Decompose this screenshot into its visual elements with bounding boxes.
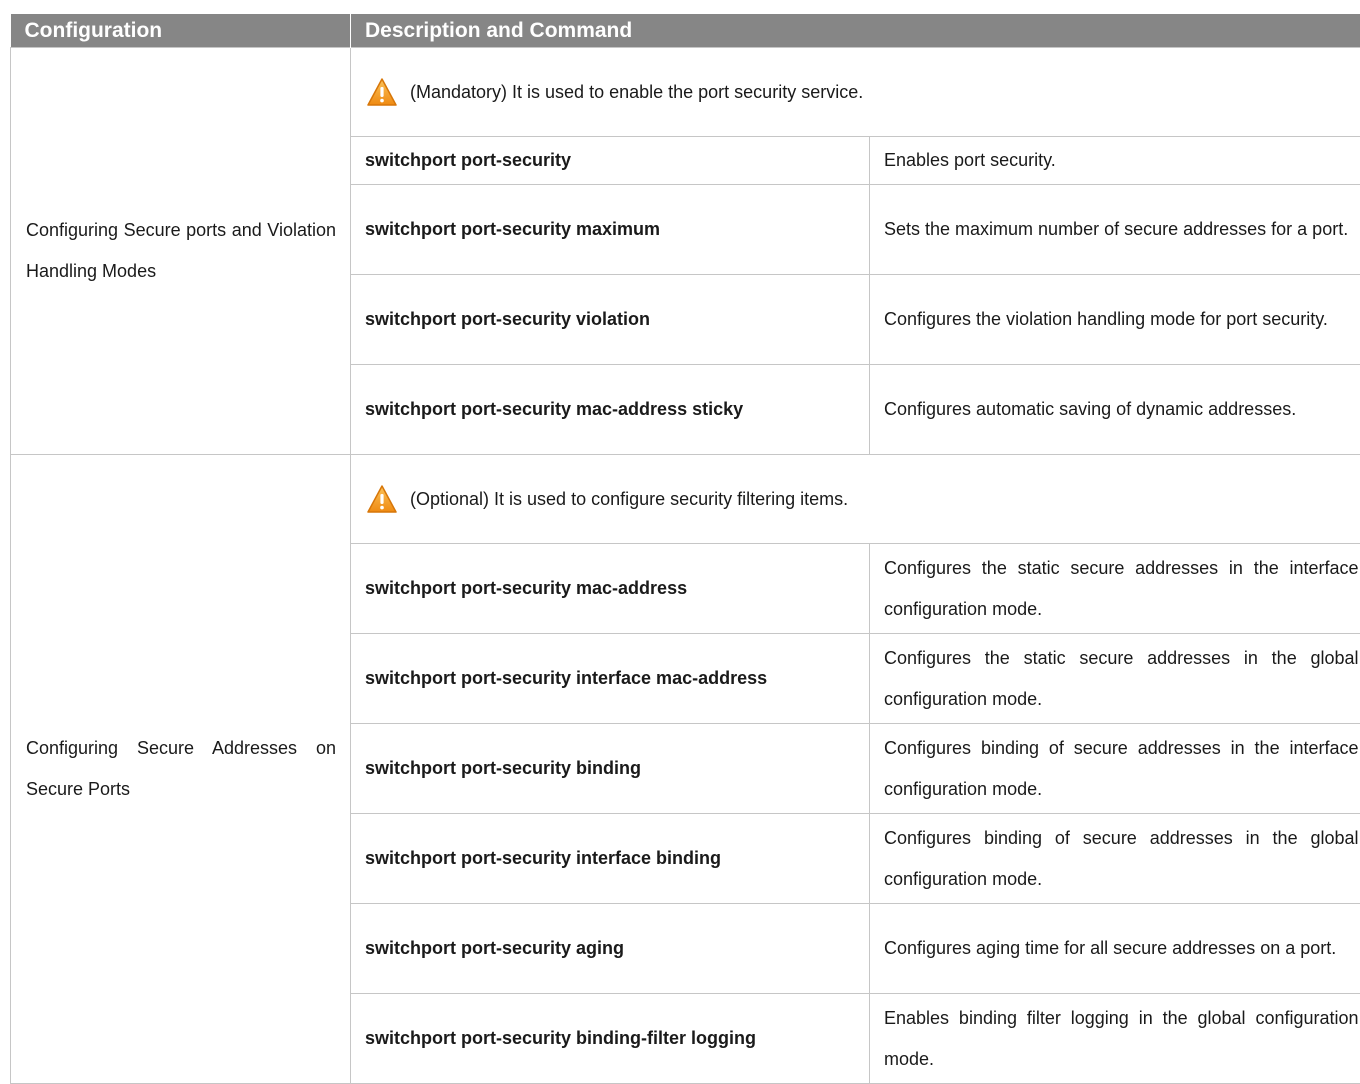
description-cell: Configures binding of secure addresses i… <box>870 814 1360 904</box>
description-cell: Configures the violation handling mode f… <box>870 275 1360 365</box>
configuration-table: Configuration Description and Command Co… <box>10 14 1360 1084</box>
command-cell: switchport port-security mac-address <box>351 544 870 634</box>
command-cell: switchport port-security violation <box>351 275 870 365</box>
note-cell: (Optional) It is used to configure secur… <box>351 455 1360 544</box>
command-cell: switchport port-security binding-filter … <box>351 994 870 1084</box>
description-cell: Configures binding of secure addresses i… <box>870 724 1360 814</box>
group-note-row: Configuring Secure ports and Violation H… <box>11 48 1360 137</box>
group-note-row: Configuring Secure Addresses on Secure P… <box>11 455 1360 544</box>
description-cell: Configures the static secure addresses i… <box>870 634 1360 724</box>
description-cell: Configures automatic saving of dynamic a… <box>870 365 1360 455</box>
table-header-row: Configuration Description and Command <box>11 14 1360 48</box>
warning-icon <box>366 77 398 107</box>
description-cell: Configures the static secure addresses i… <box>870 544 1360 634</box>
configuration-cell: Configuring Secure Addresses on Secure P… <box>11 455 351 1084</box>
command-cell: switchport port-security <box>351 137 870 185</box>
command-cell: switchport port-security binding <box>351 724 870 814</box>
configuration-label: Configuring Secure Addresses on Secure P… <box>26 728 336 810</box>
description-cell: Sets the maximum number of secure addres… <box>870 185 1360 275</box>
warning-icon <box>366 484 398 514</box>
header-description-and-command: Description and Command <box>351 14 1360 48</box>
command-cell: switchport port-security mac-address sti… <box>351 365 870 455</box>
description-cell: Configures aging time for all secure add… <box>870 904 1360 994</box>
note-text: (Optional) It is used to configure secur… <box>410 479 848 520</box>
description-cell: Enables binding filter logging in the gl… <box>870 994 1360 1084</box>
command-cell: switchport port-security interface mac-a… <box>351 634 870 724</box>
configuration-cell: Configuring Secure ports and Violation H… <box>11 48 351 455</box>
note-text: (Mandatory) It is used to enable the por… <box>410 72 863 113</box>
command-cell: switchport port-security aging <box>351 904 870 994</box>
header-configuration: Configuration <box>11 14 351 48</box>
note-cell: (Mandatory) It is used to enable the por… <box>351 48 1360 137</box>
command-cell: switchport port-security maximum <box>351 185 870 275</box>
description-cell: Enables port security. <box>870 137 1360 185</box>
configuration-label: Configuring Secure ports and Violation H… <box>26 210 336 292</box>
command-cell: switchport port-security interface bindi… <box>351 814 870 904</box>
